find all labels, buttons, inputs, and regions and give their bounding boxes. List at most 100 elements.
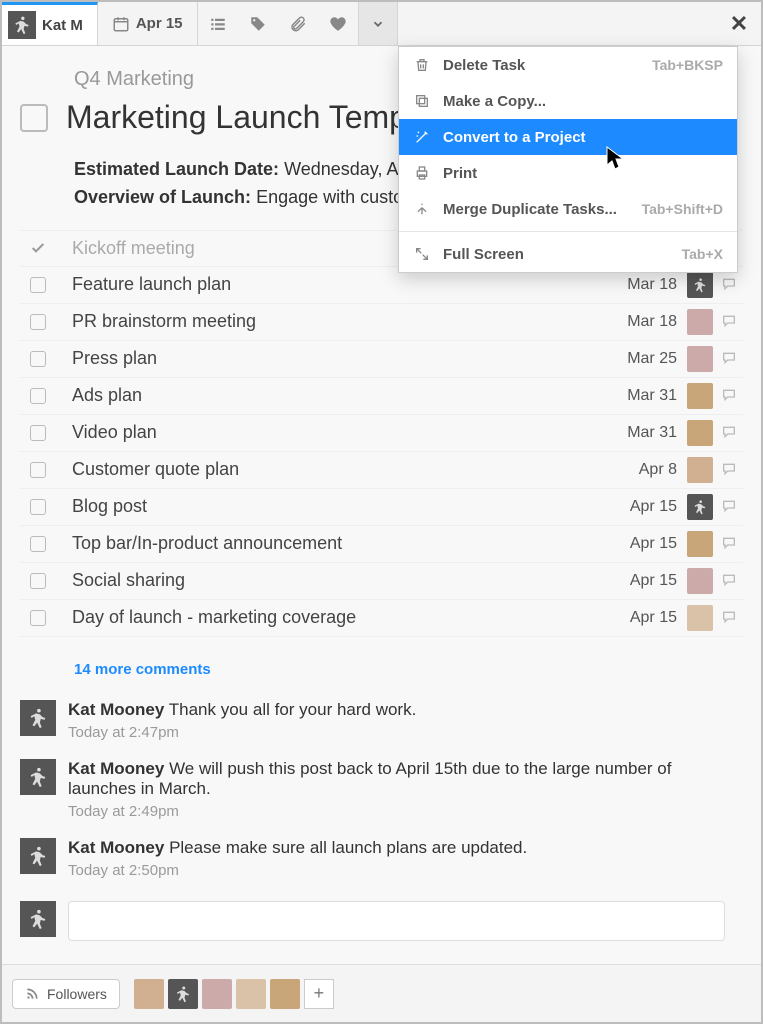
comment-icon[interactable] bbox=[721, 350, 739, 368]
assignee-name: Kat M bbox=[42, 17, 83, 34]
subtask-title: Top bar/In-product announcement bbox=[72, 533, 609, 554]
subtask-date: Mar 31 bbox=[609, 387, 677, 405]
comment-icon[interactable] bbox=[721, 387, 739, 405]
task-title[interactable]: Marketing Launch Temp bbox=[66, 99, 407, 136]
rss-icon bbox=[25, 987, 39, 1001]
subtask-checkbox[interactable] bbox=[30, 388, 46, 404]
menu-full-screen[interactable]: Full Screen Tab+X bbox=[399, 236, 737, 272]
subtask-title: Feature launch plan bbox=[72, 274, 609, 295]
subtask-assignee-avatar[interactable] bbox=[687, 309, 713, 335]
menu-make-copy[interactable]: Make a Copy... bbox=[399, 83, 737, 119]
subtask-checkbox[interactable] bbox=[30, 462, 46, 478]
menu-print[interactable]: Print bbox=[399, 155, 737, 191]
menu-delete-task[interactable]: Delete Task Tab+BKSP bbox=[399, 47, 737, 83]
subtask-row[interactable]: Social sharing Apr 15 bbox=[20, 563, 743, 600]
menu-merge-duplicates[interactable]: Merge Duplicate Tasks... Tab+Shift+D bbox=[399, 191, 737, 227]
comment-icon[interactable] bbox=[721, 461, 739, 479]
tag-icon[interactable] bbox=[238, 2, 278, 45]
subtask-date: Apr 8 bbox=[609, 461, 677, 479]
comment-icon[interactable] bbox=[721, 609, 739, 627]
comment-row: Kat Mooney Thank you all for your hard w… bbox=[20, 694, 743, 753]
subtask-row[interactable]: Press plan Mar 25 bbox=[20, 341, 743, 378]
comment-author[interactable]: Kat Mooney bbox=[68, 759, 164, 778]
add-follower-button[interactable]: + bbox=[304, 979, 334, 1009]
attachment-icon[interactable] bbox=[278, 2, 318, 45]
heart-icon[interactable] bbox=[318, 2, 358, 45]
subtask-date: Mar 18 bbox=[609, 313, 677, 331]
subtasks-icon[interactable] bbox=[198, 2, 238, 45]
subtask-checkbox[interactable] bbox=[30, 277, 46, 293]
due-date: Apr 15 bbox=[136, 15, 183, 32]
more-actions-dropdown-button[interactable] bbox=[358, 2, 398, 45]
comment-author[interactable]: Kat Mooney bbox=[68, 838, 164, 857]
comment-avatar bbox=[20, 700, 56, 736]
comment-avatar bbox=[20, 759, 56, 795]
comment-icon[interactable] bbox=[721, 276, 739, 294]
subtask-assignee-avatar[interactable] bbox=[687, 457, 713, 483]
compose-avatar bbox=[20, 901, 56, 937]
subtask-assignee-avatar[interactable] bbox=[687, 383, 713, 409]
subtask-title: Ads plan bbox=[72, 385, 609, 406]
calendar-icon bbox=[112, 15, 130, 33]
trash-icon bbox=[413, 56, 431, 74]
compose-row bbox=[20, 901, 725, 941]
follower-avatar[interactable] bbox=[236, 979, 266, 1009]
subtask-row[interactable]: Customer quote plan Apr 8 bbox=[20, 452, 743, 489]
complete-task-checkbox[interactable] bbox=[20, 104, 48, 132]
copy-icon bbox=[413, 92, 431, 110]
comment-avatar bbox=[20, 838, 56, 874]
more-comments-link[interactable]: 14 more comments bbox=[74, 661, 743, 678]
subtask-assignee-avatar[interactable] bbox=[687, 531, 713, 557]
subtask-date: Apr 15 bbox=[609, 572, 677, 590]
close-button[interactable]: ✕ bbox=[717, 2, 761, 45]
more-actions-menu: Delete Task Tab+BKSP Make a Copy... Conv… bbox=[398, 46, 738, 273]
follower-avatar[interactable] bbox=[270, 979, 300, 1009]
subtask-title: Press plan bbox=[72, 348, 609, 369]
comment-time: Today at 2:50pm bbox=[68, 862, 527, 879]
subtask-checkbox[interactable] bbox=[30, 314, 46, 330]
subtask-assignee-avatar[interactable] bbox=[687, 272, 713, 298]
followers-button[interactable]: Followers bbox=[12, 979, 120, 1009]
subtask-row[interactable]: Day of launch - marketing coverage Apr 1… bbox=[20, 600, 743, 637]
comment-author[interactable]: Kat Mooney bbox=[68, 700, 164, 719]
toolbar: Kat M Apr 15 ✕ bbox=[2, 2, 761, 46]
subtask-assignee-avatar[interactable] bbox=[687, 605, 713, 631]
subtask-assignee-avatar[interactable] bbox=[687, 420, 713, 446]
subtask-row[interactable]: Top bar/In-product announcement Apr 15 bbox=[20, 526, 743, 563]
subtask-title: PR brainstorm meeting bbox=[72, 311, 609, 332]
subtask-assignee-avatar[interactable] bbox=[687, 494, 713, 520]
assignee-chip[interactable]: Kat M bbox=[2, 2, 98, 45]
followers-bar: Followers + bbox=[2, 964, 761, 1022]
due-date-chip[interactable]: Apr 15 bbox=[98, 2, 198, 45]
subtask-assignee-avatar[interactable] bbox=[687, 346, 713, 372]
subtask-row[interactable]: Video plan Mar 31 bbox=[20, 415, 743, 452]
subtask-checkbox[interactable] bbox=[30, 536, 46, 552]
comment-icon[interactable] bbox=[721, 572, 739, 590]
follower-avatar[interactable] bbox=[168, 979, 198, 1009]
print-icon bbox=[413, 164, 431, 182]
subtask-row[interactable]: PR brainstorm meeting Mar 18 bbox=[20, 304, 743, 341]
comment-icon[interactable] bbox=[721, 313, 739, 331]
comment-input[interactable] bbox=[68, 901, 725, 941]
comment-icon[interactable] bbox=[721, 424, 739, 442]
subtask-checkbox[interactable] bbox=[30, 351, 46, 367]
menu-convert-to-project[interactable]: Convert to a Project bbox=[399, 119, 737, 155]
comment-icon[interactable] bbox=[721, 535, 739, 553]
subtask-date: Mar 31 bbox=[609, 424, 677, 442]
subtask-checkbox[interactable] bbox=[30, 499, 46, 515]
comment-icon[interactable] bbox=[721, 498, 739, 516]
merge-icon bbox=[413, 200, 431, 218]
follower-avatar[interactable] bbox=[202, 979, 232, 1009]
comment-time: Today at 2:49pm bbox=[68, 803, 725, 820]
subtask-row[interactable]: Blog post Apr 15 bbox=[20, 489, 743, 526]
subtask-checkbox[interactable] bbox=[30, 573, 46, 589]
subtask-date: Apr 15 bbox=[609, 535, 677, 553]
subtask-checkbox[interactable] bbox=[30, 610, 46, 626]
comment-row: Kat Mooney We will push this post back t… bbox=[20, 753, 743, 832]
subtask-row[interactable]: Ads plan Mar 31 bbox=[20, 378, 743, 415]
follower-avatar[interactable] bbox=[134, 979, 164, 1009]
assignee-avatar bbox=[8, 11, 36, 39]
subtask-assignee-avatar[interactable] bbox=[687, 568, 713, 594]
subtask-checkbox[interactable] bbox=[30, 425, 46, 441]
checkmark-icon[interactable] bbox=[30, 240, 46, 256]
